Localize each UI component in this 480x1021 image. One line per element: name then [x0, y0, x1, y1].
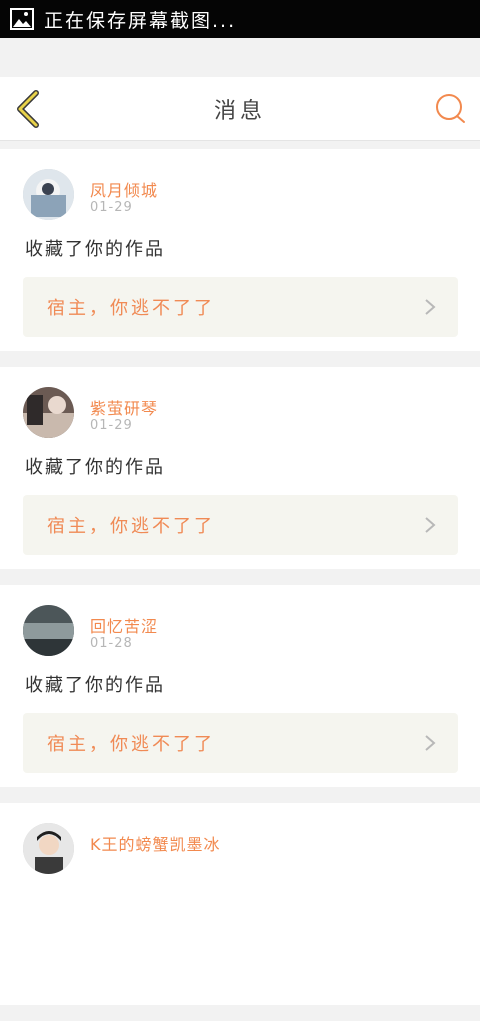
- user-name[interactable]: K王的螃蟹凯墨冰: [90, 831, 221, 855]
- message-list: 凤月倾城 01-29 收藏了你的作品 宿主，你逃不了了 紫萤研琴 01-29 收…: [0, 149, 480, 1021]
- message-text: 收藏了你的作品: [25, 457, 165, 478]
- status-text: 正在保存屏幕截图...: [44, 9, 237, 32]
- avatar[interactable]: [23, 387, 74, 438]
- avatar[interactable]: [23, 823, 74, 874]
- message-date: 01-28: [90, 636, 133, 651]
- work-title: 宿主，你逃不了了: [47, 298, 215, 319]
- message-card: 凤月倾城 01-29 收藏了你的作品 宿主，你逃不了了: [0, 149, 480, 351]
- back-icon[interactable]: [14, 89, 44, 129]
- message-card: 回忆苦涩 01-28 收藏了你的作品 宿主，你逃不了了: [0, 585, 480, 787]
- search-icon[interactable]: [434, 92, 466, 124]
- chevron-right-icon: [425, 299, 436, 315]
- message-date: 01-29: [90, 200, 133, 215]
- avatar[interactable]: [23, 169, 74, 220]
- message-card: K王的螃蟹凯墨冰: [0, 803, 480, 1005]
- work-title: 宿主，你逃不了了: [47, 734, 215, 755]
- message-card: 紫萤研琴 01-29 收藏了你的作品 宿主，你逃不了了: [0, 367, 480, 569]
- page-title: 消息: [213, 98, 266, 124]
- user-name[interactable]: 凤月倾城: [90, 177, 158, 201]
- image-icon: [10, 8, 34, 30]
- status-bar: 正在保存屏幕截图...: [0, 0, 480, 38]
- message-text: 收藏了你的作品: [25, 675, 165, 696]
- message-date: 01-29: [90, 418, 133, 433]
- work-link[interactable]: 宿主，你逃不了了: [23, 277, 458, 337]
- user-name[interactable]: 回忆苦涩: [90, 613, 158, 637]
- chevron-right-icon: [425, 735, 436, 751]
- message-text: 收藏了你的作品: [25, 239, 165, 260]
- header-bar: 消息: [0, 77, 480, 141]
- work-title: 宿主，你逃不了了: [47, 516, 215, 537]
- work-link[interactable]: 宿主，你逃不了了: [23, 495, 458, 555]
- chevron-right-icon: [425, 517, 436, 533]
- work-link[interactable]: 宿主，你逃不了了: [23, 713, 458, 773]
- user-name[interactable]: 紫萤研琴: [90, 395, 158, 419]
- avatar[interactable]: [23, 605, 74, 656]
